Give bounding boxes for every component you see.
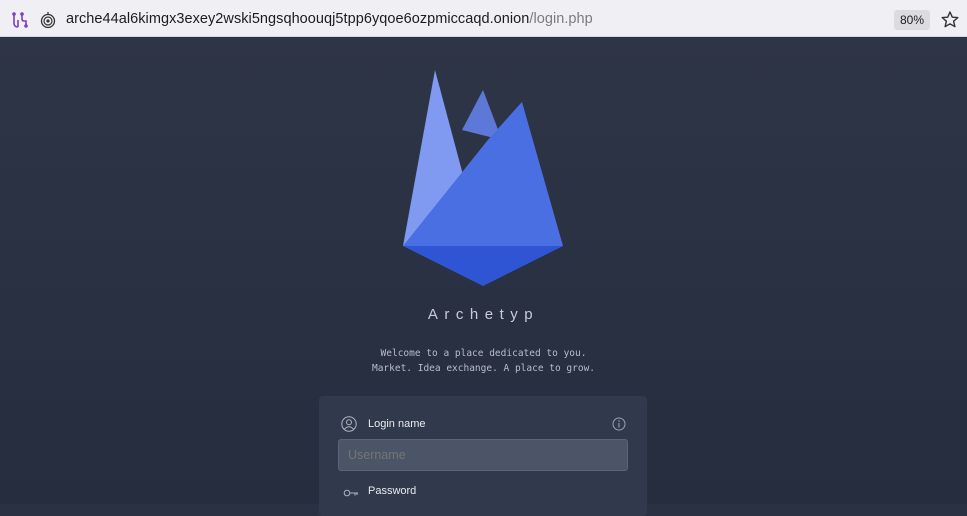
address-bar[interactable]: arche44al6kimgx3exey2wski5ngsqhoouqj5tpp…	[2, 2, 965, 34]
login-page: Archetyp Welcome to a place dedicated to…	[0, 38, 967, 516]
onion-icon[interactable]	[40, 11, 56, 29]
url-domain: arche44al6kimgx3exey2wski5ngsqhoouqj5tpp…	[66, 11, 530, 27]
key-icon	[343, 489, 358, 497]
tor-circuit-icon[interactable]	[11, 11, 29, 29]
browser-toolbar: arche44al6kimgx3exey2wski5ngsqhoouqj5tpp…	[0, 0, 967, 37]
tagline: Welcome to a place dedicated to you. Mar…	[0, 346, 967, 376]
url-path: /login.php	[529, 11, 593, 27]
password-label: Password	[368, 485, 417, 497]
zoom-level-button[interactable]: 80%	[894, 10, 930, 30]
user-icon	[341, 416, 357, 432]
info-icon[interactable]	[612, 417, 626, 431]
archetyp-logo	[403, 70, 563, 286]
url-text[interactable]: arche44al6kimgx3exey2wski5ngsqhoouqj5tpp…	[66, 11, 593, 27]
login-name-label: Login name	[368, 418, 426, 430]
tagline-line-2: Market. Idea exchange. A place to grow.	[371, 363, 596, 374]
tagline-line-1: Welcome to a place dedicated to you.	[380, 348, 587, 359]
username-input[interactable]	[338, 439, 628, 471]
brand-name: Archetyp	[427, 306, 540, 323]
bookmark-star-icon[interactable]	[940, 10, 960, 30]
login-card: Login name Password	[319, 396, 647, 516]
